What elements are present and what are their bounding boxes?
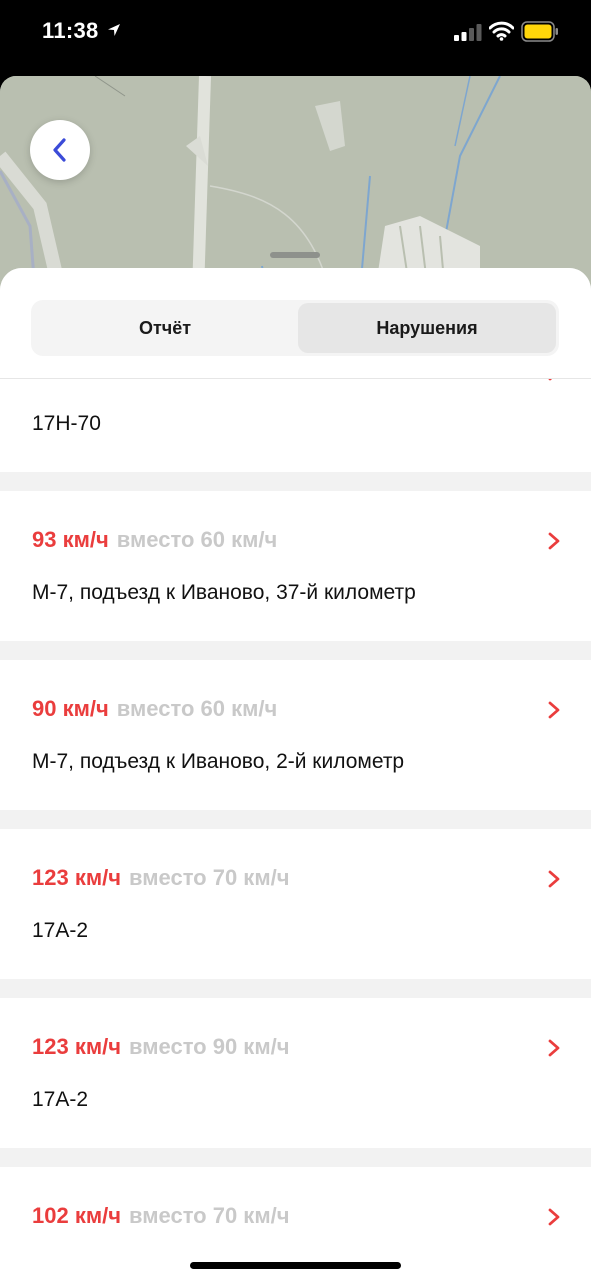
speed-value: 102 км/ч: [32, 1203, 121, 1228]
map[interactable]: [0, 76, 591, 292]
road-name: 17А-2: [32, 919, 89, 942]
bottom-sheet: Отчёт Нарушения 70 км/чвместо 40 км/ч 17…: [0, 268, 591, 1280]
speed-value: 123 км/ч: [32, 865, 121, 890]
road-name: М-7, подъезд к Иваново, 2-й километр: [32, 750, 405, 773]
list-item[interactable]: 123 км/ч вместо 90 км/ч 17А-2: [0, 998, 591, 1148]
drag-handle[interactable]: [270, 252, 320, 258]
wifi-icon: [489, 21, 514, 41]
chevron-right-icon: [548, 1039, 560, 1057]
signal-icon: [454, 24, 482, 41]
home-indicator[interactable]: [190, 1262, 401, 1269]
road-name: М-7, подъезд к Иваново, 37-й километр: [32, 581, 416, 604]
list-item[interactable]: 93 км/ч вместо 60 км/ч М-7, подъезд к Ива…: [0, 491, 591, 641]
status-time: 11:38: [42, 18, 99, 43]
chevron-right-icon: [548, 701, 560, 719]
speed-limit: вместо 60 км/ч: [116, 527, 278, 552]
list-item[interactable]: 123 км/ч вместо 70 км/ч 17А-2: [0, 829, 591, 979]
speed-limit: вместо 60 км/ч: [116, 696, 278, 721]
speed-limit: вместо 70 км/ч: [129, 1203, 290, 1228]
speed-value: 123 км/ч: [32, 1034, 121, 1059]
list-item[interactable]: 90 км/ч вместо 60 км/ч М-7, подъезд к Ива…: [0, 660, 591, 810]
sheet-header: Отчёт Нарушения: [0, 268, 591, 379]
chevron-right-icon: [548, 532, 560, 550]
road-name: 17А-2: [32, 1088, 89, 1111]
back-button[interactable]: [30, 120, 90, 180]
battery-icon: [521, 21, 558, 42]
status-bar: 11:38: [0, 0, 591, 64]
location-arrow-icon: [108, 24, 120, 36]
speed-value: 93 км/ч: [32, 527, 109, 552]
segmented-control: Отчёт Нарушения: [31, 300, 559, 356]
chevron-right-icon: [548, 1208, 560, 1226]
back-chevron-icon: [53, 138, 66, 162]
tab-report[interactable]: Отчёт: [34, 303, 296, 353]
speed-limit: вместо 70 км/ч: [129, 865, 290, 890]
tab-violations[interactable]: Нарушения: [298, 303, 556, 353]
speed-limit: вместо 90 км/ч: [129, 1034, 290, 1059]
speed-value: 90 км/ч: [32, 696, 109, 721]
chevron-right-icon: [548, 870, 560, 888]
road-name: 17Н-70: [32, 412, 101, 435]
